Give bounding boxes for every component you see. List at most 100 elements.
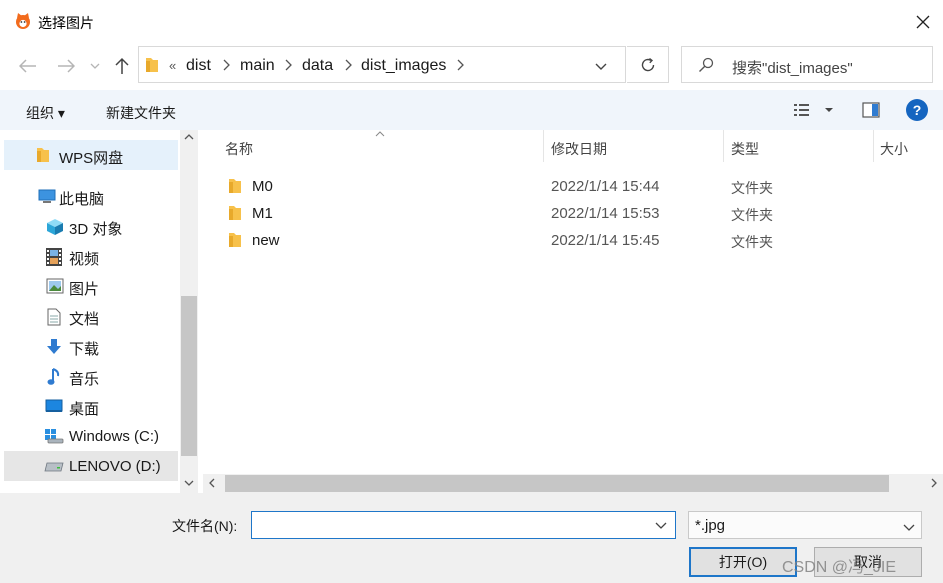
chevron-left-icon[interactable]: [209, 478, 215, 488]
sidebar-item-pictures[interactable]: 图片: [0, 271, 174, 301]
chevron-down-icon: [90, 63, 100, 69]
column-header-date[interactable]: 修改日期: [551, 139, 607, 159]
chevron-right-icon[interactable]: [285, 58, 297, 72]
file-date: 2022/1/14 15:44: [551, 178, 660, 195]
sidebar-item-videos[interactable]: 视频: [0, 241, 174, 271]
column-divider[interactable]: [873, 130, 874, 162]
column-divider[interactable]: [723, 130, 724, 162]
chevron-down-icon[interactable]: [184, 480, 194, 486]
column-header-name[interactable]: 名称: [225, 139, 253, 159]
horizontal-scrollbar-thumb[interactable]: [225, 475, 889, 492]
folder-icon: [145, 57, 159, 76]
file-date: 2022/1/14 15:53: [551, 205, 660, 222]
arrow-right-icon: [58, 59, 75, 73]
file-row-m0[interactable]: M0 2022/1/14 15:44 文件夹: [222, 173, 782, 200]
chevron-down-icon: [903, 519, 915, 535]
up-button[interactable]: [112, 56, 132, 76]
chevron-right-icon[interactable]: [223, 58, 235, 72]
desktop-icon: [45, 398, 63, 414]
refresh-button[interactable]: [627, 46, 669, 83]
breadcrumb-main[interactable]: main: [240, 57, 275, 75]
sidebar-item-desktop[interactable]: 桌面: [0, 391, 174, 421]
search-placeholder: 搜索"dist_images": [732, 60, 853, 77]
navigation-pane: WPS网盘 此电脑 3D 对象 视频 图片 文档 下载 音乐 桌面 Window…: [0, 130, 198, 493]
folder-icon: [228, 232, 242, 251]
sidebar-item-label: 3D 对象: [69, 221, 123, 238]
filename-input[interactable]: [251, 511, 676, 539]
chevron-right-icon[interactable]: [345, 58, 357, 72]
search-box[interactable]: 搜索"dist_images": [681, 46, 933, 83]
recent-locations-button[interactable]: [88, 56, 102, 76]
file-name: M0: [252, 178, 273, 195]
folder-icon: [228, 178, 242, 197]
preview-pane-icon: [862, 102, 880, 118]
file-name: M1: [252, 205, 273, 222]
folder-icon: [228, 205, 242, 224]
sidebar-item-drive-c[interactable]: Windows (C:): [0, 421, 174, 451]
windows-drive-icon: [44, 428, 64, 444]
sidebar-item-music[interactable]: 音乐: [0, 361, 174, 391]
sidebar-item-wps[interactable]: WPS网盘: [4, 140, 178, 170]
sidebar-item-label: Windows (C:): [69, 428, 160, 445]
breadcrumb-dist[interactable]: dist: [186, 57, 211, 75]
computer-icon: [38, 188, 56, 204]
filename-label: 文件名(N):: [172, 518, 238, 534]
open-button[interactable]: 打开(O): [689, 547, 797, 577]
fox-app-icon: [14, 12, 32, 30]
refresh-icon: [641, 57, 654, 71]
sidebar-item-label: 文档: [69, 311, 100, 328]
help-button[interactable]: ?: [906, 99, 928, 121]
breadcrumb-data[interactable]: data: [302, 57, 333, 75]
arrow-left-icon: [19, 59, 36, 73]
sidebar-item-3d-objects[interactable]: 3D 对象: [0, 211, 174, 241]
command-toolbar: 组织 ▾ 新建文件夹 ?: [0, 90, 943, 130]
sidebar-item-documents[interactable]: 文档: [0, 301, 174, 331]
back-button[interactable]: [18, 56, 38, 76]
breadcrumb-dist-images[interactable]: dist_images: [361, 57, 446, 75]
organize-menu-button[interactable]: 组织 ▾: [26, 103, 65, 123]
file-row-new[interactable]: new 2022/1/14 15:45 文件夹: [222, 227, 782, 254]
sidebar-scrollbar-thumb[interactable]: [181, 296, 197, 456]
close-icon: [916, 15, 930, 29]
preview-pane-button[interactable]: [862, 102, 880, 121]
drive-icon: [44, 460, 64, 476]
address-bar[interactable]: « dist main data dist_images: [138, 46, 626, 83]
filetype-value: *.jpg: [695, 517, 726, 534]
sidebar-item-label: LENOVO (D:): [69, 458, 161, 475]
sidebar-item-label: 音乐: [69, 371, 100, 388]
forward-button[interactable]: [56, 56, 76, 76]
chevron-down-icon: [655, 522, 667, 529]
chevron-right-icon[interactable]: [931, 478, 937, 488]
document-icon: [47, 308, 65, 326]
sidebar-item-label: WPS网盘: [59, 150, 124, 167]
filetype-select[interactable]: *.jpg: [688, 511, 922, 539]
file-type: 文件夹: [731, 234, 773, 250]
sidebar-item-label: 视频: [69, 251, 100, 268]
column-divider[interactable]: [543, 130, 544, 162]
chevron-up-icon[interactable]: [184, 134, 194, 140]
file-type: 文件夹: [731, 207, 773, 223]
breadcrumb-overflow[interactable]: «: [169, 58, 176, 73]
sidebar-item-downloads[interactable]: 下载: [0, 331, 174, 361]
cube-icon: [46, 218, 64, 235]
change-view-button[interactable]: [794, 102, 836, 121]
file-list-header: 名称 修改日期 类型 大小: [203, 130, 943, 166]
film-icon: [46, 248, 64, 266]
column-header-type[interactable]: 类型: [731, 139, 759, 159]
window-title: 选择图片: [38, 15, 94, 31]
address-history-dropdown[interactable]: [595, 58, 607, 74]
filename-history-dropdown[interactable]: [655, 517, 667, 533]
sidebar-item-this-pc[interactable]: 此电脑: [0, 181, 174, 211]
close-button[interactable]: [908, 8, 938, 36]
arrow-up-icon: [115, 57, 129, 74]
search-icon: [698, 57, 714, 76]
sort-ascending-icon: [375, 131, 385, 137]
column-header-size[interactable]: 大小: [880, 139, 908, 159]
chevron-down-icon: [595, 63, 607, 70]
sidebar-item-drive-d[interactable]: LENOVO (D:): [4, 451, 178, 481]
sidebar-item-label: 桌面: [69, 401, 100, 418]
music-note-icon: [47, 368, 65, 385]
file-row-m1[interactable]: M1 2022/1/14 15:53 文件夹: [222, 200, 782, 227]
chevron-right-icon[interactable]: [457, 58, 469, 72]
new-folder-button[interactable]: 新建文件夹: [106, 103, 176, 123]
